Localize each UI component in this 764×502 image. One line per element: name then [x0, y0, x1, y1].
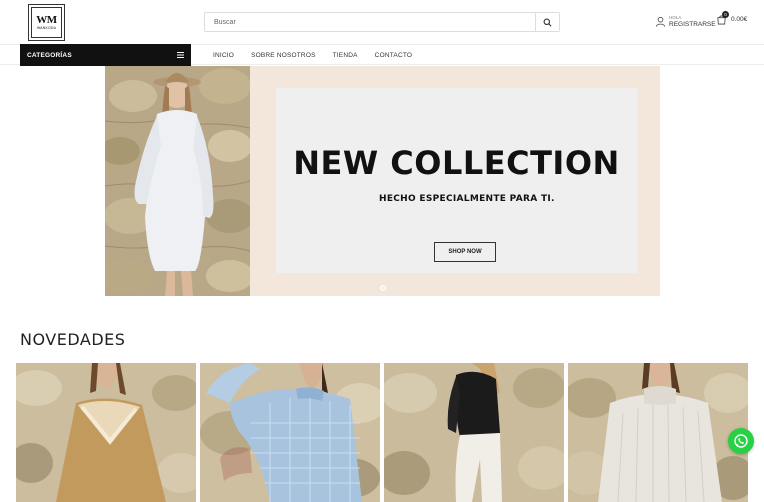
nav-item-inicio[interactable]: INICIO	[213, 52, 234, 59]
search-input[interactable]	[205, 13, 535, 31]
hero-subtitle: HECHO ESPECIALMENTE PARA TI.	[379, 194, 555, 204]
search-bar	[204, 12, 560, 32]
nav-menu: INICIO SOBRE NOSOTROS TIENDA CONTACTO	[213, 45, 429, 65]
logo-frame: WM WANKODA	[31, 7, 62, 38]
nav-item-contacto[interactable]: CONTACTO	[375, 52, 412, 59]
shop-now-button[interactable]: SHOP NOW	[434, 242, 496, 262]
logo-subtext: WANKODA	[36, 25, 57, 30]
cart-link[interactable]: 0 0.00€	[716, 11, 748, 25]
product-image-blue-sweater	[200, 363, 380, 502]
product-image-cream-sweater	[568, 363, 748, 502]
hero-model-photo	[105, 66, 250, 296]
search-icon	[543, 18, 552, 26]
product-image-black-top-outfit	[384, 363, 564, 502]
account-text: HOLA REGISTRARSE	[669, 14, 716, 28]
product-card[interactable]	[568, 363, 748, 502]
main-navbar: CATEGORÍAS INICIO SOBRE NOSOTROS TIENDA …	[0, 44, 764, 66]
product-card[interactable]	[384, 363, 564, 502]
product-card[interactable]	[200, 363, 380, 502]
product-card[interactable]	[16, 363, 196, 502]
slider-dot[interactable]	[380, 285, 386, 291]
hero-promo-panel: NEW COLLECTION HECHO ESPECIALMENTE PARA …	[276, 88, 637, 273]
site-logo[interactable]: WM WANKODA	[28, 4, 65, 41]
menu-icon	[177, 52, 184, 58]
logo-text: WM	[36, 13, 57, 26]
cart-total: 0.00€	[731, 16, 748, 23]
user-icon	[655, 16, 666, 27]
hero-title: NEW COLLECTION	[293, 144, 620, 182]
nav-item-sobre-nosotros[interactable]: SOBRE NOSOTROS	[251, 52, 316, 59]
categories-dropdown[interactable]: CATEGORÍAS	[20, 44, 191, 66]
categories-label: CATEGORÍAS	[27, 51, 72, 59]
account-greeting: HOLA	[669, 15, 682, 20]
search-button[interactable]	[535, 13, 559, 31]
whatsapp-button[interactable]	[728, 428, 754, 454]
nav-item-tienda[interactable]: TIENDA	[333, 52, 358, 59]
account-link[interactable]: HOLA REGISTRARSE	[655, 14, 716, 28]
site-header: WM WANKODA HOLA REGISTRARSE 0 0.00€	[0, 0, 764, 44]
hero-banner: NEW COLLECTION HECHO ESPECIALMENTE PARA …	[105, 66, 660, 296]
register-label: REGISTRARSE	[669, 21, 716, 28]
novedades-title: NOVEDADES	[20, 330, 126, 349]
product-image-mustard-sweater	[16, 363, 196, 502]
cart-count-badge: 0	[722, 11, 729, 18]
whatsapp-icon	[734, 434, 748, 448]
